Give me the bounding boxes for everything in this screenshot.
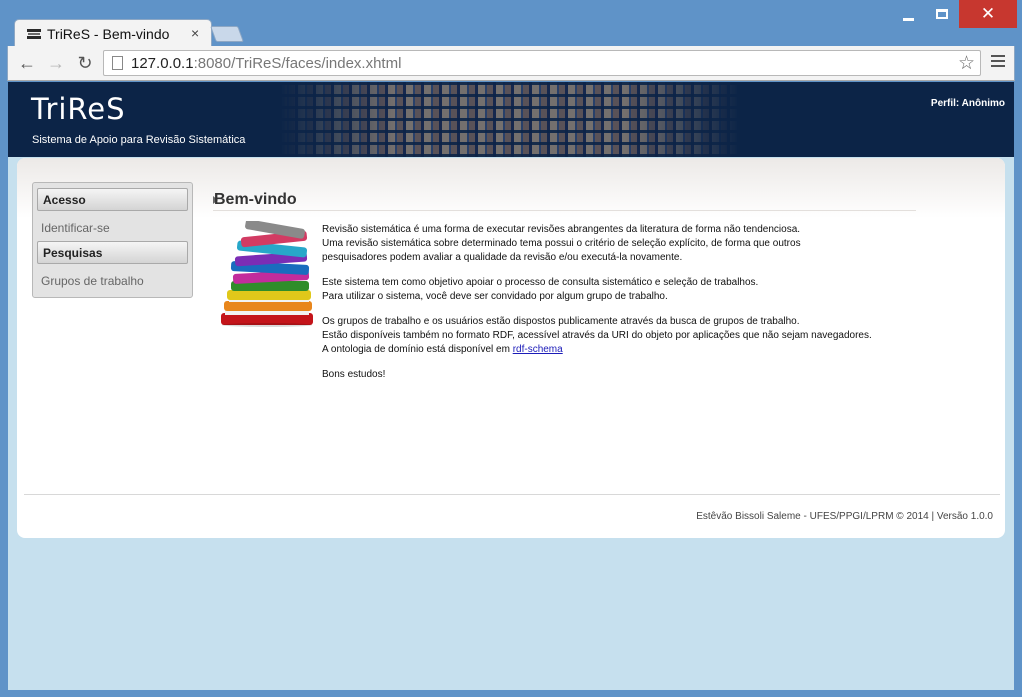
menu-icon[interactable] — [991, 55, 1005, 70]
paragraph-purpose: Este sistema tem como objetivo apoiar o … — [322, 276, 962, 304]
books-icon — [221, 221, 313, 327]
closing-text: Bons estudos! — [322, 369, 386, 380]
sidebar-header-pesquisas[interactable]: Pesquisas — [37, 241, 188, 264]
sidebar-item-identificar[interactable]: Identificar-se — [41, 221, 110, 235]
text-line: pesquisadores podem avaliar a qualidade … — [322, 252, 683, 263]
text-line: Para utilizar o sistema, você deve ser c… — [322, 291, 668, 302]
minimize-button[interactable] — [893, 0, 923, 28]
title-divider — [213, 210, 916, 211]
browser-window: TriReS - Bem-vindo × ✕ ← → ↻ 127.0.0.1:8… — [0, 0, 1022, 697]
header-banner-shade — [280, 82, 740, 157]
profile-label: Perfil: Anônimo — [930, 98, 1005, 109]
paragraph-intro: Revisão sistemática é uma forma de execu… — [322, 223, 962, 265]
page-title: Bem-vindo — [214, 191, 297, 208]
paragraph-groups: Os grupos de trabalho e os usuários estã… — [322, 315, 962, 357]
welcome-text: Revisão sistemática é uma forma de execu… — [322, 223, 962, 393]
text-line: Estão disponíveis também no formato RDF,… — [322, 330, 872, 341]
text-line: Este sistema tem como objetivo apoiar o … — [322, 277, 759, 288]
site-tagline: Sistema de Apoio para Revisão Sistemátic… — [32, 134, 246, 146]
maximize-button[interactable] — [927, 0, 957, 28]
ontology-prefix: A ontologia de domínio está disponível e… — [322, 344, 513, 355]
browser-tab[interactable]: TriReS - Bem-vindo × — [14, 19, 212, 47]
url-path: :8080/TriReS/faces/index.xhtml — [193, 55, 402, 72]
sidebar-header-acesso[interactable]: Acesso — [37, 188, 188, 211]
window-close-button[interactable]: ✕ — [959, 0, 1017, 28]
tab-strip: TriReS - Bem-vindo × ✕ — [0, 0, 1022, 47]
rdf-schema-link[interactable]: rdf-schema — [513, 344, 563, 355]
reload-button[interactable]: ↻ — [74, 52, 96, 74]
content-card: Acesso Identificar-se Pesquisas Grupos d… — [17, 158, 1005, 538]
page-viewport: TriReS Sistema de Apoio para Revisão Sis… — [8, 82, 1014, 690]
favicon-icon — [27, 29, 41, 39]
footer-credits: Estêvão Bissoli Saleme - UFES/PPGI/LPRM … — [696, 511, 993, 522]
site-header: TriReS Sistema de Apoio para Revisão Sis… — [8, 82, 1014, 157]
tab-title: TriReS - Bem-vindo — [47, 26, 170, 42]
page-icon — [112, 56, 123, 70]
text-line: Revisão sistemática é uma forma de execu… — [322, 224, 801, 235]
url-host: 127.0.0.1 — [131, 55, 194, 72]
sidebar-menu: Acesso Identificar-se Pesquisas Grupos d… — [32, 182, 193, 298]
star-icon[interactable]: ☆ — [958, 52, 975, 75]
forward-button[interactable]: → — [45, 52, 67, 74]
minimize-icon — [902, 17, 914, 21]
url-text[interactable]: 127.0.0.1:8080/TriReS/faces/index.xhtml — [131, 55, 401, 72]
footer-divider — [24, 494, 1000, 495]
site-logo[interactable]: TriReS — [31, 92, 126, 126]
sidebar-item-grupos[interactable]: Grupos de trabalho — [41, 274, 144, 288]
text-line: Uma revisão sistemática sobre determinad… — [322, 238, 801, 249]
text-line: Os grupos de trabalho e os usuários estã… — [322, 316, 800, 327]
address-bar[interactable]: 127.0.0.1:8080/TriReS/faces/index.xhtml … — [103, 50, 981, 76]
back-button[interactable]: ← — [16, 52, 38, 74]
browser-toolbar: ← → ↻ 127.0.0.1:8080/TriReS/faces/index.… — [7, 46, 1015, 81]
tab-close-icon[interactable]: × — [191, 25, 199, 41]
maximize-icon — [936, 9, 948, 19]
new-tab-button[interactable] — [210, 26, 244, 42]
